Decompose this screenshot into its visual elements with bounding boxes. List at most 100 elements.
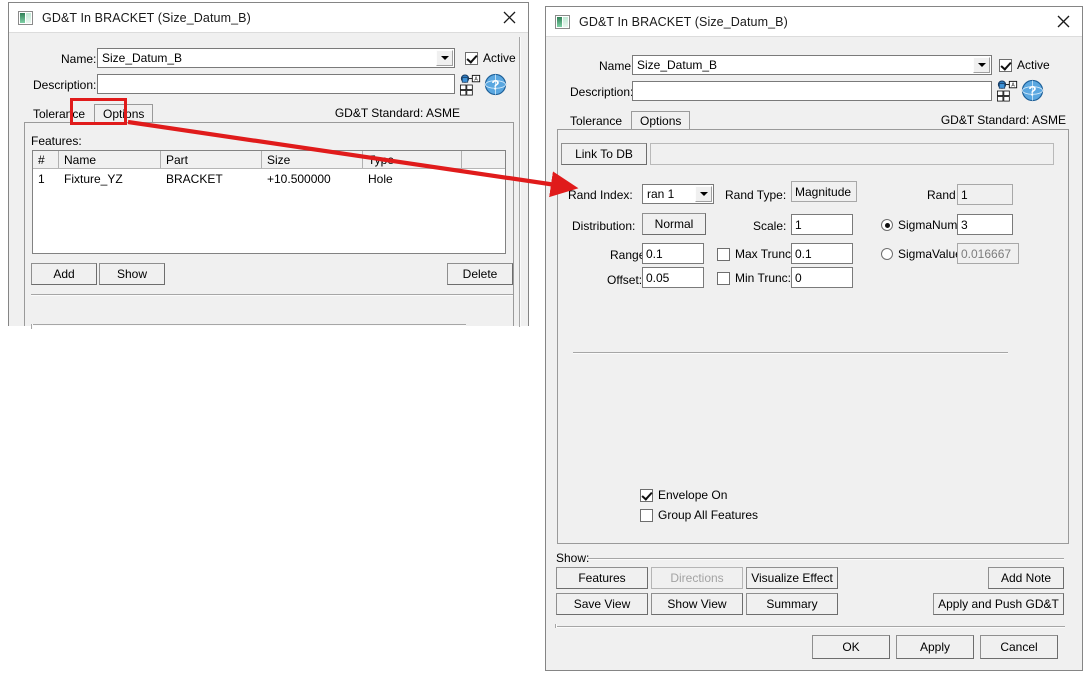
close-icon[interactable] <box>1048 8 1078 36</box>
envelope-on-checkbox[interactable]: Envelope On <box>640 488 727 502</box>
left-description-icons: A ? <box>459 73 507 96</box>
tab-options-label: Options <box>640 113 682 128</box>
sigma-value-label: SigmaValue: <box>898 247 966 261</box>
ok-button[interactable]: OK <box>812 635 890 659</box>
left-dialog-title: GD&T In BRACKET (Size_Datum_B) <box>42 10 251 25</box>
close-icon[interactable] <box>494 4 524 32</box>
right-description-label: Description: <box>570 85 634 99</box>
max-trunc-label: Max Trunc: <box>735 247 795 261</box>
apply-button[interactable]: Apply <box>896 635 974 659</box>
envelope-on-label: Envelope On <box>658 488 728 502</box>
link-to-db-label: Link To DB <box>575 147 633 161</box>
save-view-button[interactable]: Save View <box>556 593 648 615</box>
right-description-input[interactable] <box>632 81 992 101</box>
min-trunc-checkbox[interactable]: Min Trunc: <box>717 271 791 285</box>
max-trunc-input[interactable]: 0.1 <box>791 243 853 264</box>
summary-button[interactable]: Summary <box>746 593 838 615</box>
show-button[interactable]: Show <box>99 263 165 285</box>
cancel-button-label: Cancel <box>1000 640 1038 654</box>
left-separator-vertical <box>31 324 33 329</box>
left-name-combo[interactable]: Size_Datum_B <box>97 48 455 68</box>
apply-button-label: Apply <box>919 640 951 654</box>
chevron-down-icon[interactable] <box>695 186 712 202</box>
delete-button-label: Delete <box>462 267 498 281</box>
svg-text:?: ? <box>491 77 499 92</box>
help-icon[interactable]: ? <box>484 73 507 96</box>
left-description-input[interactable] <box>97 74 455 94</box>
datum-feature-icon[interactable]: A <box>459 73 482 96</box>
show-view-button[interactable]: Show View <box>651 593 743 615</box>
footer-separator-tick <box>555 624 557 628</box>
tab-tolerance-label: Tolerance <box>570 113 623 128</box>
features-button[interactable]: Features <box>556 567 648 589</box>
help-icon[interactable]: ? <box>1021 79 1044 102</box>
left-features-label: Features: <box>31 134 82 148</box>
right-gdt-standard: GD&T Standard: ASME <box>940 113 1066 127</box>
datum-feature-icon[interactable]: A <box>996 79 1019 102</box>
left-gdt-standard: GD&T Standard: ASME <box>334 106 460 120</box>
right-gdt-dialog: GD&T In BRACKET (Size_Datum_B) Name: Siz… <box>545 6 1083 671</box>
visualize-effect-button[interactable]: Visualize Effect <box>746 567 838 589</box>
directions-button-label: Directions <box>670 571 724 585</box>
sigma-value-radio[interactable]: SigmaValue: <box>881 247 965 261</box>
radio-indicator <box>881 248 893 260</box>
right-tabstrip: Tolerance Options <box>561 110 691 130</box>
sigma-num-radio[interactable]: SigmaNum: <box>881 218 961 232</box>
cell-number: 1 <box>38 171 45 186</box>
rand-index-combo[interactable]: ran 1 <box>642 184 714 204</box>
offset-input[interactable]: 0.05 <box>642 267 704 288</box>
link-to-db-button[interactable]: Link To DB <box>561 143 647 165</box>
link-to-db-input[interactable] <box>650 143 1054 165</box>
column-header-part[interactable]: Part <box>161 151 262 168</box>
distribution-button[interactable]: Normal <box>642 213 706 235</box>
group-all-features-checkbox[interactable]: Group All Features <box>640 508 758 522</box>
column-header-blank[interactable] <box>462 151 505 168</box>
options-mid-separator <box>573 352 1008 354</box>
chevron-down-icon[interactable] <box>973 57 990 73</box>
range-value: 0.1 <box>646 246 663 261</box>
scale-input[interactable]: 1 <box>791 214 853 235</box>
delete-button[interactable]: Delete <box>447 263 513 285</box>
column-header-size[interactable]: Size <box>262 151 363 168</box>
range-input[interactable]: 0.1 <box>642 243 704 264</box>
column-header-name[interactable]: Name <box>59 151 161 168</box>
offset-value: 0.05 <box>646 270 670 285</box>
table-row[interactable]: 1 Fixture_YZ BRACKET +10.500000 Hole <box>33 169 505 188</box>
features-button-label: Features <box>578 571 626 585</box>
add-button[interactable]: Add <box>31 263 97 285</box>
left-active-checkbox[interactable]: Active <box>465 51 516 65</box>
right-active-checkbox[interactable]: Active <box>999 58 1050 72</box>
min-trunc-label: Min Trunc: <box>735 271 792 285</box>
add-note-button[interactable]: Add Note <box>988 567 1064 589</box>
chevron-down-icon[interactable] <box>436 50 453 66</box>
sigma-num-input[interactable]: 3 <box>957 214 1013 235</box>
rand-type-label: Rand Type: <box>725 188 787 202</box>
rand-index-label: Rand Index: <box>568 188 633 202</box>
cell-type: Hole <box>368 171 393 186</box>
max-trunc-checkbox[interactable]: Max Trunc: <box>717 247 794 261</box>
sigma-num-value: 3 <box>961 217 968 232</box>
distribution-value: Normal <box>654 217 694 231</box>
cell-part: BRACKET <box>166 171 223 186</box>
tab-options[interactable]: Options <box>631 111 691 130</box>
features-listview[interactable]: # Name Part Size Type 1 Fixture_YZ BRACK… <box>32 150 506 254</box>
checkbox-indicator <box>640 508 653 522</box>
left-active-label: Active <box>483 51 516 65</box>
radio-indicator <box>881 219 893 231</box>
left-gdt-dialog: GD&T In BRACKET (Size_Datum_B) Name: Siz… <box>8 2 529 329</box>
left-description-label: Description: <box>33 78 97 92</box>
cancel-button[interactable]: Cancel <box>980 635 1058 659</box>
visualize-effect-button-label: Visualize Effect <box>751 571 833 585</box>
tab-tolerance[interactable]: Tolerance <box>561 111 632 130</box>
checkbox-indicator <box>465 51 478 65</box>
apply-and-push-gdt-button[interactable]: Apply and Push GD&T <box>933 593 1064 615</box>
application-icon <box>555 14 570 29</box>
column-header-number[interactable]: # <box>33 151 59 168</box>
add-note-button-label: Add Note <box>1000 571 1052 585</box>
column-header-type[interactable]: Type <box>363 151 462 168</box>
right-name-combo[interactable]: Size_Datum_B <box>632 55 992 75</box>
min-trunc-input[interactable]: 0 <box>791 267 853 288</box>
rand-type-value: Magnitude <box>795 184 852 199</box>
cell-name: Fixture_YZ <box>64 171 123 186</box>
min-trunc-value: 0 <box>795 270 802 285</box>
